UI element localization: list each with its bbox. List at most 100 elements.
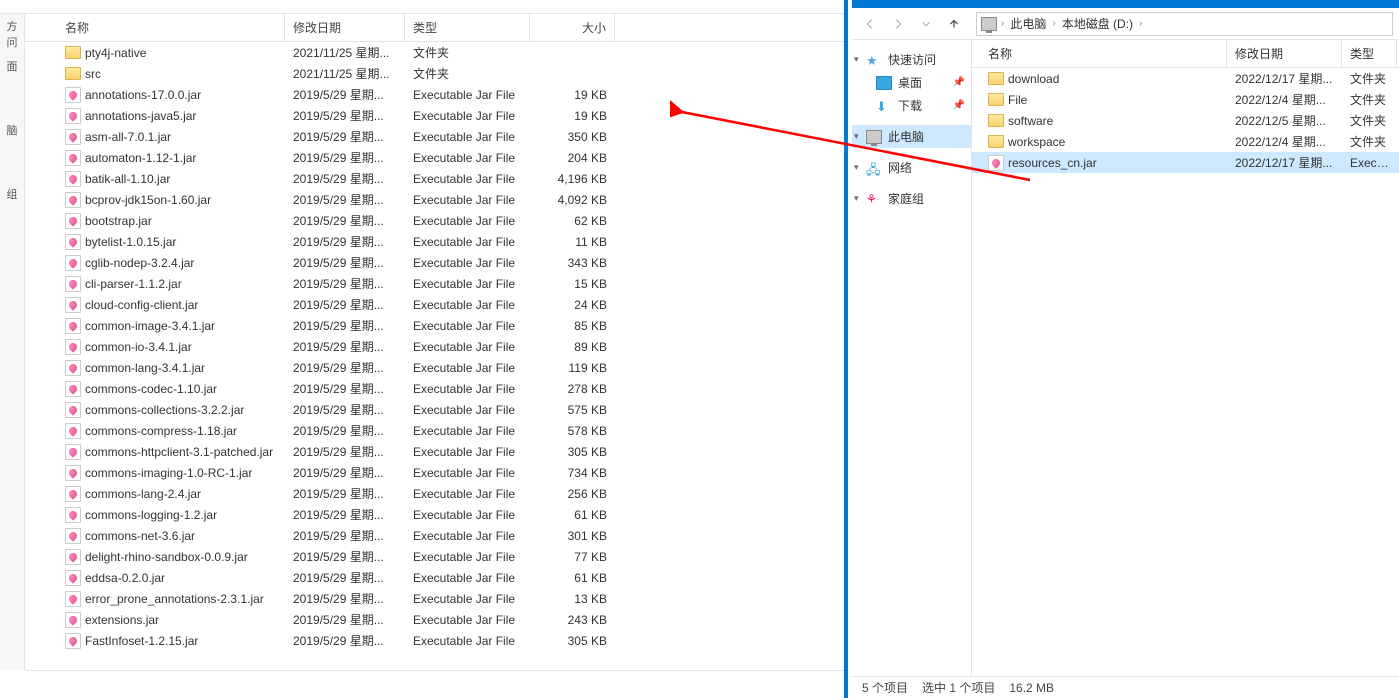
file-size: 77 KB	[530, 550, 615, 564]
file-type: Executable Jar File	[405, 109, 530, 123]
jar-icon	[65, 129, 81, 145]
file-row[interactable]: commons-lang-2.4.jar2019/5/29 星期...Execu…	[25, 483, 844, 504]
folder-icon	[988, 93, 1004, 106]
up-button[interactable]	[942, 12, 966, 36]
quick-label[interactable]: 方问	[0, 14, 24, 54]
folder-row[interactable]: workspace2022/12/4 星期...文件夹	[972, 131, 1399, 152]
column-header-name[interactable]: 名称	[972, 40, 1227, 67]
file-row[interactable]: common-io-3.4.1.jar2019/5/29 星期...Execut…	[25, 336, 844, 357]
file-row[interactable]: asm-all-7.0.1.jar2019/5/29 星期...Executab…	[25, 126, 844, 147]
nav-label: 快速访问	[888, 51, 936, 68]
file-date: 2019/5/29 星期...	[285, 170, 405, 187]
file-type: Executable Jar File	[405, 151, 530, 165]
folder-icon	[988, 114, 1004, 127]
file-row[interactable]: automaton-1.12-1.jar2019/5/29 星期...Execu…	[25, 147, 844, 168]
file-row[interactable]: commons-compress-1.18.jar2019/5/29 星期...…	[25, 420, 844, 441]
file-row[interactable]: bootstrap.jar2019/5/29 星期...Executable J…	[25, 210, 844, 231]
file-row[interactable]: annotations-java5.jar2019/5/29 星期...Exec…	[25, 105, 844, 126]
file-date: 2019/5/29 星期...	[285, 464, 405, 481]
jar-icon	[65, 465, 81, 481]
left-statusbar	[25, 670, 844, 698]
file-type: 文件夹	[1342, 133, 1397, 150]
file-row[interactable]: error_prone_annotations-2.3.1.jar2019/5/…	[25, 588, 844, 609]
file-row[interactable]: annotations-17.0.0.jar2019/5/29 星期...Exe…	[25, 84, 844, 105]
file-row[interactable]: batik-all-1.10.jar2019/5/29 星期...Executa…	[25, 168, 844, 189]
file-row[interactable]: commons-imaging-1.0-RC-1.jar2019/5/29 星期…	[25, 462, 844, 483]
folder-row[interactable]: software2022/12/5 星期...文件夹	[972, 110, 1399, 131]
file-name: bootstrap.jar	[85, 214, 152, 228]
file-row[interactable]: bytelist-1.0.15.jar2019/5/29 星期...Execut…	[25, 231, 844, 252]
chevron-right-icon[interactable]: ›	[1139, 18, 1142, 29]
file-row[interactable]: commons-codec-1.10.jar2019/5/29 星期...Exe…	[25, 378, 844, 399]
file-date: 2019/5/29 星期...	[285, 548, 405, 565]
file-row[interactable]: cli-parser-1.1.2.jar2019/5/29 星期...Execu…	[25, 273, 844, 294]
nav-homegroup[interactable]: ⚘家庭组	[852, 187, 971, 210]
file-type: Executable Jar File	[405, 403, 530, 417]
nav-quick-access[interactable]: ★快速访问	[852, 48, 971, 71]
column-header-name[interactable]: 名称	[25, 14, 285, 41]
file-name: commons-logging-1.2.jar	[85, 508, 217, 522]
file-explorer-window-right: › 此电脑 › 本地磁盘 (D:) › ★快速访问 桌面📌 ⬇下载📌 此电脑 🖧…	[852, 0, 1399, 698]
file-row[interactable]: commons-collections-3.2.2.jar2019/5/29 星…	[25, 399, 844, 420]
file-row[interactable]: commons-logging-1.2.jar2019/5/29 星期...Ex…	[25, 504, 844, 525]
file-row[interactable]: common-lang-3.4.1.jar2019/5/29 星期...Exec…	[25, 357, 844, 378]
file-date: 2019/5/29 星期...	[285, 86, 405, 103]
file-row[interactable]: commons-net-3.6.jar2019/5/29 星期...Execut…	[25, 525, 844, 546]
column-header-size[interactable]: 大小	[530, 14, 615, 41]
file-row[interactable]: delight-rhino-sandbox-0.0.9.jar2019/5/29…	[25, 546, 844, 567]
quick-label[interactable]: 组	[0, 182, 24, 206]
forward-button[interactable]	[886, 12, 910, 36]
file-name: asm-all-7.0.1.jar	[85, 130, 171, 144]
recent-dropdown-icon[interactable]	[914, 12, 938, 36]
quick-label[interactable]: 面	[0, 54, 24, 78]
right-file-list[interactable]: download2022/12/17 星期...文件夹File2022/12/4…	[972, 68, 1399, 173]
file-row[interactable]: commons-httpclient-3.1-patched.jar2019/5…	[25, 441, 844, 462]
nav-this-pc[interactable]: 此电脑	[852, 125, 971, 148]
crumb-pc[interactable]: 此电脑	[1006, 15, 1050, 32]
file-row[interactable]: cloud-config-client.jar2019/5/29 星期...Ex…	[25, 294, 844, 315]
folder-row[interactable]: pty4j-native2021/11/25 星期...文件夹	[25, 42, 844, 63]
file-row[interactable]: cglib-nodep-3.2.4.jar2019/5/29 星期...Exec…	[25, 252, 844, 273]
crumb-drive-d[interactable]: 本地磁盘 (D:)	[1058, 15, 1137, 32]
file-name: pty4j-native	[85, 46, 146, 60]
back-button[interactable]	[858, 12, 882, 36]
column-header-type[interactable]: 类型	[405, 14, 530, 41]
jar-icon	[65, 297, 81, 313]
file-type: 文件夹	[405, 44, 530, 61]
nav-network[interactable]: 🖧网络	[852, 156, 971, 179]
nav-desktop[interactable]: 桌面📌	[852, 71, 971, 94]
file-type: Executable Jar File	[405, 634, 530, 648]
file-row[interactable]: common-image-3.4.1.jar2019/5/29 星期...Exe…	[25, 315, 844, 336]
file-date: 2019/5/29 星期...	[285, 485, 405, 502]
file-size: 578 KB	[530, 424, 615, 438]
column-header-type[interactable]: 类型	[1342, 40, 1397, 67]
file-row[interactable]: eddsa-0.2.0.jar2019/5/29 星期...Executable…	[25, 567, 844, 588]
file-date: 2022/12/17 星期...	[1227, 70, 1342, 87]
file-row[interactable]: bcprov-jdk15on-1.60.jar2019/5/29 星期...Ex…	[25, 189, 844, 210]
nav-label: 下载	[898, 97, 922, 114]
column-header-date[interactable]: 修改日期	[285, 14, 405, 41]
nav-downloads[interactable]: ⬇下载📌	[852, 94, 971, 117]
breadcrumb[interactable]: › 此电脑 › 本地磁盘 (D:) ›	[976, 12, 1393, 36]
folder-row[interactable]: src2021/11/25 星期...文件夹	[25, 63, 844, 84]
pc-icon	[866, 130, 882, 144]
file-row[interactable]: FastInfoset-1.2.15.jar2019/5/29 星期...Exe…	[25, 630, 844, 651]
folder-row[interactable]: download2022/12/17 星期...文件夹	[972, 68, 1399, 89]
chevron-right-icon[interactable]: ›	[1052, 18, 1055, 29]
file-type: Executable Jar File	[405, 487, 530, 501]
file-name: common-io-3.4.1.jar	[85, 340, 192, 354]
file-date: 2019/5/29 星期...	[285, 128, 405, 145]
status-size: 16.2 MB	[1009, 681, 1054, 695]
left-file-list[interactable]: pty4j-native2021/11/25 星期...文件夹src2021/1…	[25, 42, 844, 670]
file-size: 61 KB	[530, 571, 615, 585]
quick-label[interactable]: 脑	[0, 118, 24, 142]
folder-row[interactable]: File2022/12/4 星期...文件夹	[972, 89, 1399, 110]
file-row[interactable]: extensions.jar2019/5/29 星期...Executable …	[25, 609, 844, 630]
column-header-date[interactable]: 修改日期	[1227, 40, 1342, 67]
chevron-right-icon[interactable]: ›	[1001, 18, 1004, 29]
file-row[interactable]: resources_cn.jar2022/12/17 星期...Executa	[972, 152, 1399, 173]
file-size: 11 KB	[530, 235, 615, 249]
left-file-panel: 名称 修改日期 类型 大小 pty4j-native2021/11/25 星期.…	[25, 14, 844, 670]
file-name: automaton-1.12-1.jar	[85, 151, 196, 165]
file-type: Executable Jar File	[405, 214, 530, 228]
